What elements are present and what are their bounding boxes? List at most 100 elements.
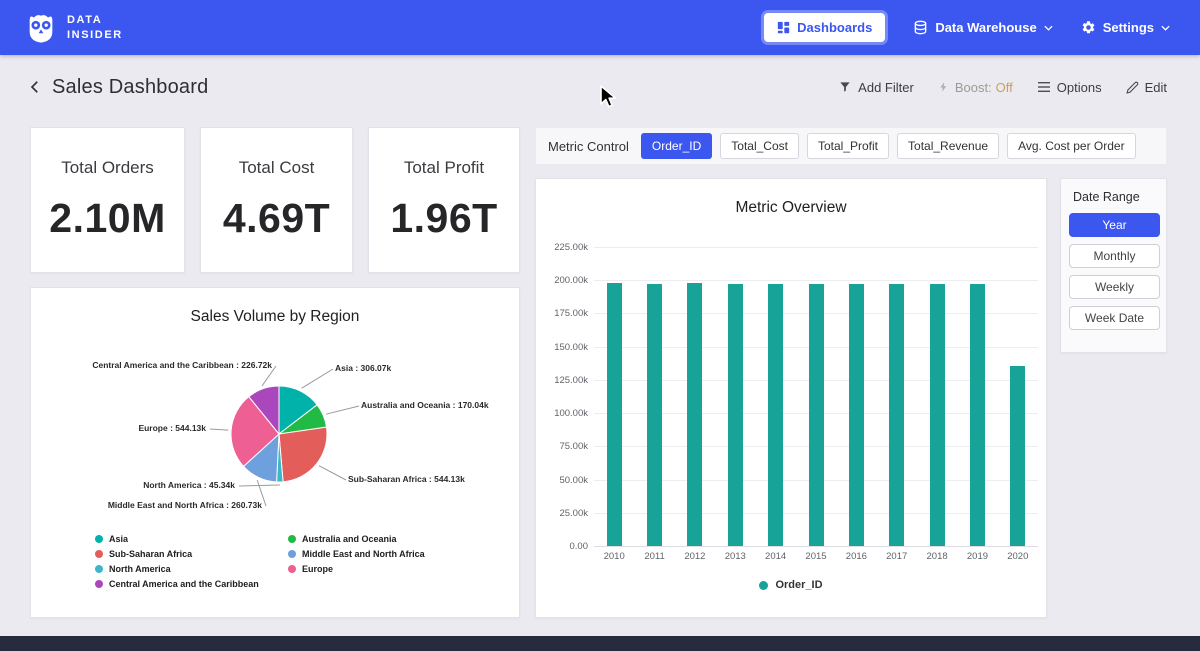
bar-2018[interactable] [930, 284, 945, 546]
metric-overview-card: Metric Overview 225.00k200.00k175.00k150… [535, 178, 1047, 618]
kpi-value: 1.96T [390, 195, 497, 242]
metric-button-total-revenue[interactable]: Total_Revenue [897, 133, 999, 159]
boost-toggle[interactable]: Boost: Off [938, 80, 1013, 95]
metric-button-avg-cost-per-order[interactable]: Avg. Cost per Order [1007, 133, 1136, 159]
pie-label-central-america-caribbean: Central America and the Caribbean : 226.… [92, 360, 272, 370]
x-axis-tick-label: 2018 [917, 551, 957, 562]
date-range-panel: Date Range Year Monthly Weekly Week Date [1060, 178, 1167, 353]
kpi-card-total-profit: Total Profit 1.96T [368, 127, 520, 273]
grid-line [594, 280, 1038, 281]
date-range-label: Date Range [1073, 190, 1158, 204]
bar-chart-plot-area: 225.00k200.00k175.00k150.00k125.00k100.0… [536, 179, 1046, 617]
settings-menu[interactable]: Settings [1081, 20, 1170, 35]
y-axis-tick-label: 75.00k [540, 441, 588, 452]
bar-chart-legend-item[interactable]: Order_ID [536, 579, 1046, 591]
metric-control-bar: Metric Control Order_ID Total_Cost Total… [535, 127, 1167, 165]
bar-2011[interactable] [647, 284, 662, 546]
date-range-button-year[interactable]: Year [1069, 213, 1160, 237]
options-label: Options [1057, 80, 1102, 95]
options-button[interactable]: Options [1037, 80, 1102, 95]
pie-label-north-america: North America : 45.34k [143, 480, 235, 490]
bar-2020[interactable] [1010, 366, 1025, 546]
y-axis-tick-label: 0.00 [540, 541, 588, 552]
owl-logo-icon [24, 11, 58, 45]
legend-item-north-america[interactable]: North America [95, 564, 259, 574]
legend-dot [95, 580, 103, 588]
legend-item-asia[interactable]: Asia [95, 534, 259, 544]
kpi-label: Total Profit [404, 158, 484, 178]
date-range-button-week-date[interactable]: Week Date [1069, 306, 1160, 330]
dashboards-button[interactable]: Dashboards [764, 13, 885, 42]
kpi-value: 2.10M [49, 195, 165, 242]
bolt-icon [938, 80, 949, 94]
legend-dot [95, 550, 103, 558]
bar-2017[interactable] [889, 284, 904, 546]
bar-2014[interactable] [768, 284, 783, 546]
pie-label-leader-line [326, 406, 359, 414]
brand-line-1: DATA [67, 13, 123, 27]
legend-dot [95, 565, 103, 573]
legend-item-central-america-caribbean[interactable]: Central America and the Caribbean [95, 579, 259, 589]
x-axis-tick-label: 2012 [675, 551, 715, 562]
x-axis-tick-label: 2014 [756, 551, 796, 562]
brand-line-2: INSIDER [67, 28, 123, 42]
pie-slice-sub-saharan-africa[interactable] [279, 427, 327, 482]
options-list-icon [1037, 81, 1051, 93]
x-axis-tick-label: 2017 [877, 551, 917, 562]
bar-2015[interactable] [809, 284, 824, 546]
legend-dot [759, 581, 768, 590]
metric-button-total-cost[interactable]: Total_Cost [720, 133, 799, 159]
add-filter-label: Add Filter [858, 80, 914, 95]
x-axis-tick-label: 2015 [796, 551, 836, 562]
chevron-down-icon [1161, 25, 1170, 31]
bar-2012[interactable] [687, 283, 702, 546]
grid-line [594, 546, 1038, 547]
footer-bar [0, 636, 1200, 651]
y-axis-tick-label: 50.00k [540, 475, 588, 486]
add-filter-button[interactable]: Add Filter [838, 80, 914, 95]
y-axis-tick-label: 150.00k [540, 342, 588, 353]
edit-button[interactable]: Edit [1126, 80, 1167, 95]
kpi-card-total-cost: Total Cost 4.69T [200, 127, 353, 273]
legend-item-australia-oceania[interactable]: Australia and Oceania [288, 534, 425, 544]
data-warehouse-menu[interactable]: Data Warehouse [913, 20, 1052, 35]
metric-button-order-id[interactable]: Order_ID [641, 133, 712, 159]
brand-logo[interactable]: DATA INSIDER [24, 11, 123, 45]
sales-volume-by-region-card: Sales Volume by Region Asia : 306.07k Au… [30, 287, 520, 618]
pie-label-middle-east-north-africa: Middle East and North Africa : 260.73k [108, 500, 262, 510]
bar-2013[interactable] [728, 284, 743, 546]
y-axis-tick-label: 200.00k [540, 275, 588, 286]
chevron-down-icon [1044, 25, 1053, 31]
legend-item-middle-east-north-africa[interactable]: Middle East and North Africa [288, 549, 425, 559]
x-axis-tick-label: 2020 [998, 551, 1038, 562]
bar-2010[interactable] [607, 283, 622, 546]
back-button[interactable] [26, 78, 44, 96]
top-navbar: DATA INSIDER Dashboards [0, 0, 1200, 55]
legend-label: Europe [302, 564, 333, 574]
x-axis-tick-label: 2019 [957, 551, 997, 562]
legend-label: North America [109, 564, 171, 574]
pie-label-leader-line [319, 466, 346, 480]
kpi-label: Total Orders [61, 158, 154, 178]
boost-value: Off [996, 80, 1013, 95]
legend-item-sub-saharan-africa[interactable]: Sub-Saharan Africa [95, 549, 259, 559]
date-range-button-weekly[interactable]: Weekly [1069, 275, 1160, 299]
metric-control-label: Metric Control [548, 139, 629, 154]
dashboards-label: Dashboards [797, 20, 872, 35]
dashboard-header: Sales Dashboard Add Filter Boost: Off [0, 55, 1200, 119]
bar-2016[interactable] [849, 284, 864, 546]
date-range-button-monthly[interactable]: Monthly [1069, 244, 1160, 268]
pie-legend-column-1: Asia Sub-Saharan Africa North America Ce… [95, 534, 259, 589]
legend-dot [288, 535, 296, 543]
pie-label-asia: Asia : 306.07k [335, 363, 391, 373]
gear-icon [1081, 20, 1096, 35]
pencil-icon [1126, 81, 1139, 94]
legend-item-europe[interactable]: Europe [288, 564, 425, 574]
bar-2019[interactable] [970, 284, 985, 546]
dashboard-grid-icon [777, 21, 790, 34]
metric-button-total-profit[interactable]: Total_Profit [807, 133, 889, 159]
legend-dot [288, 550, 296, 558]
data-warehouse-label: Data Warehouse [935, 20, 1036, 35]
header-actions: Add Filter Boost: Off Options Edit [838, 80, 1167, 95]
legend-label: Sub-Saharan Africa [109, 549, 192, 559]
